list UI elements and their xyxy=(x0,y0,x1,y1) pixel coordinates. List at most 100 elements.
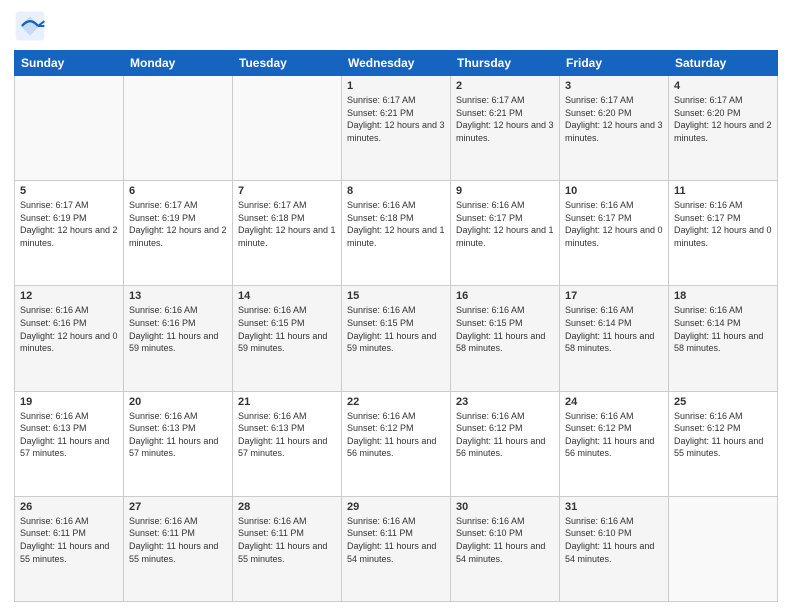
calendar-cell: 26 Sunrise: 6:16 AM Sunset: 6:11 PM Dayli… xyxy=(15,496,124,601)
calendar-cell: 30 Sunrise: 6:16 AM Sunset: 6:10 PM Dayli… xyxy=(451,496,560,601)
day-number: 19 xyxy=(20,396,118,408)
calendar-cell: 28Sunrise: 6:16 AM Sunset: 6:11 PM Dayli… xyxy=(233,496,342,601)
day-number: 31 xyxy=(565,501,663,513)
calendar-cell: 4 Sunrise: 6:17 AM Sunset: 6:20 PM Daylig… xyxy=(669,76,778,181)
calendar-cell: 9 Sunrise: 6:16 AM Sunset: 6:17 PM Daylig… xyxy=(451,181,560,286)
calendar-cell: 31 Sunrise: 6:16 AM Sunset: 6:10 PM Dayli… xyxy=(560,496,669,601)
day-info: Sunrise: 6:16 AM Sunset: 6:15 PM Dayligh… xyxy=(347,304,445,354)
calendar-cell xyxy=(15,76,124,181)
day-number: 23 xyxy=(456,396,554,408)
week-row-3: 12 Sunrise: 6:16 AM Sunset: 6:16 PM Dayli… xyxy=(15,286,778,391)
day-number: 16 xyxy=(456,290,554,302)
day-number: 11 xyxy=(674,185,772,197)
day-info: Sunrise: 6:16 AM Sunset: 6:15 PM Dayligh… xyxy=(238,304,336,354)
day-number: 14 xyxy=(238,290,336,302)
day-info: Sunrise: 6:17 AM Sunset: 6:21 PM Dayligh… xyxy=(347,94,445,144)
day-number: 20 xyxy=(129,396,227,408)
calendar-cell: 7Sunrise: 6:17 AM Sunset: 6:18 PM Daylig… xyxy=(233,181,342,286)
calendar-cell: 27 Sunrise: 6:16 AM Sunset: 6:11 PM Dayli… xyxy=(124,496,233,601)
day-number: 26 xyxy=(20,501,118,513)
day-number: 7 xyxy=(238,185,336,197)
day-number: 5 xyxy=(20,185,118,197)
calendar-cell: 20 Sunrise: 6:16 AM Sunset: 6:13 PM Dayli… xyxy=(124,391,233,496)
calendar-cell: 15 Sunrise: 6:16 AM Sunset: 6:15 PM Dayli… xyxy=(342,286,451,391)
day-number: 4 xyxy=(674,80,772,92)
day-info: Sunrise: 6:17 AM Sunset: 6:20 PM Dayligh… xyxy=(565,94,663,144)
day-info: Sunrise: 6:16 AM Sunset: 6:11 PM Dayligh… xyxy=(347,515,445,565)
calendar-cell: 16Sunrise: 6:16 AM Sunset: 6:15 PM Dayli… xyxy=(451,286,560,391)
calendar-cell: 1 Sunrise: 6:17 AM Sunset: 6:21 PM Daylig… xyxy=(342,76,451,181)
day-number: 17 xyxy=(565,290,663,302)
day-header-thursday: Thursday xyxy=(451,51,560,76)
day-number: 8 xyxy=(347,185,445,197)
week-row-5: 26 Sunrise: 6:16 AM Sunset: 6:11 PM Dayli… xyxy=(15,496,778,601)
day-info: Sunrise: 6:16 AM Sunset: 6:11 PM Dayligh… xyxy=(20,515,118,565)
calendar-cell: 5 Sunrise: 6:17 AM Sunset: 6:19 PM Daylig… xyxy=(15,181,124,286)
day-info: Sunrise: 6:16 AM Sunset: 6:17 PM Dayligh… xyxy=(674,199,772,249)
day-info: Sunrise: 6:16 AM Sunset: 6:17 PM Dayligh… xyxy=(456,199,554,249)
calendar-cell xyxy=(124,76,233,181)
day-info: Sunrise: 6:16 AM Sunset: 6:16 PM Dayligh… xyxy=(20,304,118,354)
day-info: Sunrise: 6:16 AM Sunset: 6:12 PM Dayligh… xyxy=(456,410,554,460)
calendar-cell: 19 Sunrise: 6:16 AM Sunset: 6:13 PM Dayli… xyxy=(15,391,124,496)
day-number: 9 xyxy=(456,185,554,197)
calendar-cell: 23 Sunrise: 6:16 AM Sunset: 6:12 PM Dayli… xyxy=(451,391,560,496)
day-info: Sunrise: 6:16 AM Sunset: 6:17 PM Dayligh… xyxy=(565,199,663,249)
calendar-cell: 11 Sunrise: 6:16 AM Sunset: 6:17 PM Dayli… xyxy=(669,181,778,286)
day-number: 1 xyxy=(347,80,445,92)
day-info: Sunrise: 6:16 AM Sunset: 6:14 PM Dayligh… xyxy=(565,304,663,354)
day-info: Sunrise: 6:17 AM Sunset: 6:20 PM Dayligh… xyxy=(674,94,772,144)
day-info: Sunrise: 6:16 AM Sunset: 6:13 PM Dayligh… xyxy=(20,410,118,460)
day-number: 29 xyxy=(347,501,445,513)
day-info: Sunrise: 6:16 AM Sunset: 6:10 PM Dayligh… xyxy=(456,515,554,565)
day-header-sunday: Sunday xyxy=(15,51,124,76)
day-header-monday: Monday xyxy=(124,51,233,76)
header xyxy=(14,10,778,42)
calendar: SundayMondayTuesdayWednesdayThursdayFrid… xyxy=(14,50,778,602)
day-number: 24 xyxy=(565,396,663,408)
day-info: Sunrise: 6:16 AM Sunset: 6:13 PM Dayligh… xyxy=(129,410,227,460)
calendar-cell: 21 Sunrise: 6:16 AM Sunset: 6:13 PM Dayli… xyxy=(233,391,342,496)
week-row-1: 1 Sunrise: 6:17 AM Sunset: 6:21 PM Daylig… xyxy=(15,76,778,181)
day-number: 12 xyxy=(20,290,118,302)
day-info: Sunrise: 6:17 AM Sunset: 6:21 PM Dayligh… xyxy=(456,94,554,144)
day-number: 10 xyxy=(565,185,663,197)
day-header-wednesday: Wednesday xyxy=(342,51,451,76)
day-header-saturday: Saturday xyxy=(669,51,778,76)
calendar-cell xyxy=(669,496,778,601)
day-number: 22 xyxy=(347,396,445,408)
calendar-cell: 24 Sunrise: 6:16 AM Sunset: 6:12 PM Dayli… xyxy=(560,391,669,496)
day-info: Sunrise: 6:16 AM Sunset: 6:10 PM Dayligh… xyxy=(565,515,663,565)
day-info: Sunrise: 6:16 AM Sunset: 6:12 PM Dayligh… xyxy=(674,410,772,460)
calendar-cell: 10 Sunrise: 6:16 AM Sunset: 6:17 PM Dayli… xyxy=(560,181,669,286)
calendar-cell: 3 Sunrise: 6:17 AM Sunset: 6:20 PM Daylig… xyxy=(560,76,669,181)
day-info: Sunrise: 6:16 AM Sunset: 6:13 PM Dayligh… xyxy=(238,410,336,460)
calendar-cell: 29 Sunrise: 6:16 AM Sunset: 6:11 PM Dayli… xyxy=(342,496,451,601)
day-number: 2 xyxy=(456,80,554,92)
day-info: Sunrise: 6:16 AM Sunset: 6:12 PM Dayligh… xyxy=(565,410,663,460)
day-number: 27 xyxy=(129,501,227,513)
logo-icon xyxy=(14,10,46,42)
day-info: Sunrise: 6:16 AM Sunset: 6:14 PM Dayligh… xyxy=(674,304,772,354)
day-info: Sunrise: 6:16 AM Sunset: 6:11 PM Dayligh… xyxy=(129,515,227,565)
day-number: 15 xyxy=(347,290,445,302)
day-info: Sunrise: 6:17 AM Sunset: 6:19 PM Dayligh… xyxy=(20,199,118,249)
day-number: 25 xyxy=(674,396,772,408)
calendar-header-row: SundayMondayTuesdayWednesdayThursdayFrid… xyxy=(15,51,778,76)
day-info: Sunrise: 6:16 AM Sunset: 6:18 PM Dayligh… xyxy=(347,199,445,249)
calendar-cell: 22 Sunrise: 6:16 AM Sunset: 6:12 PM Dayli… xyxy=(342,391,451,496)
day-info: Sunrise: 6:16 AM Sunset: 6:16 PM Dayligh… xyxy=(129,304,227,354)
calendar-cell: 6 Sunrise: 6:17 AM Sunset: 6:19 PM Daylig… xyxy=(124,181,233,286)
day-header-friday: Friday xyxy=(560,51,669,76)
day-number: 21 xyxy=(238,396,336,408)
day-header-tuesday: Tuesday xyxy=(233,51,342,76)
calendar-cell: 12 Sunrise: 6:16 AM Sunset: 6:16 PM Dayli… xyxy=(15,286,124,391)
day-number: 6 xyxy=(129,185,227,197)
day-number: 30 xyxy=(456,501,554,513)
calendar-cell: 2 Sunrise: 6:17 AM Sunset: 6:21 PM Daylig… xyxy=(451,76,560,181)
day-info: Sunrise: 6:16 AM Sunset: 6:12 PM Dayligh… xyxy=(347,410,445,460)
day-number: 13 xyxy=(129,290,227,302)
week-row-2: 5 Sunrise: 6:17 AM Sunset: 6:19 PM Daylig… xyxy=(15,181,778,286)
day-info: Sunrise: 6:17 AM Sunset: 6:19 PM Dayligh… xyxy=(129,199,227,249)
day-number: 3 xyxy=(565,80,663,92)
